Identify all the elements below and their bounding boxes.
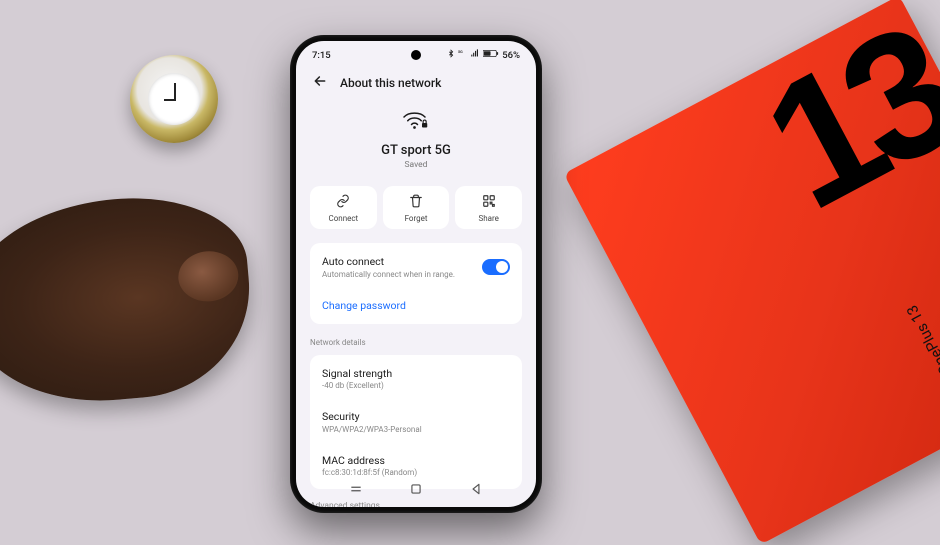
connect-label: Connect [329, 214, 359, 223]
back-arrow-icon[interactable] [312, 73, 328, 92]
forget-label: Forget [405, 214, 428, 223]
security-title: Security [322, 410, 510, 423]
network-hero: GT sport 5G Saved [296, 100, 536, 176]
share-label: Share [478, 214, 498, 223]
svg-text:5G: 5G [458, 50, 463, 54]
change-password-link[interactable]: Change password [310, 289, 522, 322]
status-icons: 5G 56% [447, 49, 520, 61]
share-button[interactable]: Share [455, 186, 522, 229]
clock-minute-hand [164, 99, 176, 101]
signal-value: -40 db (Excellent) [322, 381, 510, 390]
connect-button[interactable]: Connect [310, 186, 377, 229]
auto-connect-toggle[interactable] [482, 259, 510, 275]
network-details-label: Network details [296, 328, 536, 351]
auto-connect-row[interactable]: Auto connect Automatically connect when … [310, 245, 522, 289]
mac-value: fc:c8:30:1d:8f:5f (Random) [322, 468, 510, 477]
mac-address-row[interactable]: MAC address fc:c8:30:1d:8f:5f (Random) [310, 444, 522, 488]
wifi-lock-icon [401, 108, 431, 135]
network-details-section: Signal strength -40 db (Excellent) Secur… [310, 355, 522, 490]
signal-icon [470, 49, 480, 61]
network-type-icon: 5G [458, 49, 467, 61]
product-box: 13 OnePlus 13 [564, 0, 940, 545]
security-row[interactable]: Security WPA/WPA2/WPA3-Personal [310, 400, 522, 444]
signal-title: Signal strength [322, 367, 510, 380]
forget-button[interactable]: Forget [383, 186, 450, 229]
settings-section: Auto connect Automatically connect when … [310, 243, 522, 324]
camera-punchhole [411, 50, 421, 60]
network-status: Saved [296, 160, 536, 170]
battery-icon [483, 49, 499, 61]
mac-title: MAC address [322, 454, 510, 467]
action-row: Connect Forget Share [296, 176, 536, 239]
auto-connect-title: Auto connect [322, 255, 482, 268]
auto-connect-subtitle: Automatically connect when in range. [322, 270, 482, 279]
box-label: OnePlus 13 [903, 302, 940, 378]
link-icon [336, 194, 350, 211]
recent-apps-button[interactable] [349, 482, 363, 500]
phone-frame: 7:15 5G 56% About [290, 35, 542, 513]
page-title: About this network [340, 76, 441, 90]
page-header: About this network [296, 63, 536, 100]
battery-percent: 56% [502, 50, 520, 61]
bluetooth-icon [447, 49, 455, 61]
status-time: 7:15 [312, 50, 331, 61]
human-hand [0, 188, 258, 412]
network-name: GT sport 5G [296, 143, 536, 158]
security-value: WPA/WPA2/WPA3-Personal [322, 425, 510, 434]
home-button[interactable] [409, 482, 423, 500]
box-number: 13 [740, 0, 940, 239]
clock-hour-hand [174, 83, 176, 99]
back-button[interactable] [469, 482, 483, 500]
navigation-bar [296, 482, 536, 500]
qr-icon [482, 194, 496, 211]
signal-strength-row[interactable]: Signal strength -40 db (Excellent) [310, 357, 522, 401]
desk-clock [130, 55, 218, 143]
phone-screen: 7:15 5G 56% About [296, 41, 536, 507]
trash-icon [409, 194, 423, 211]
